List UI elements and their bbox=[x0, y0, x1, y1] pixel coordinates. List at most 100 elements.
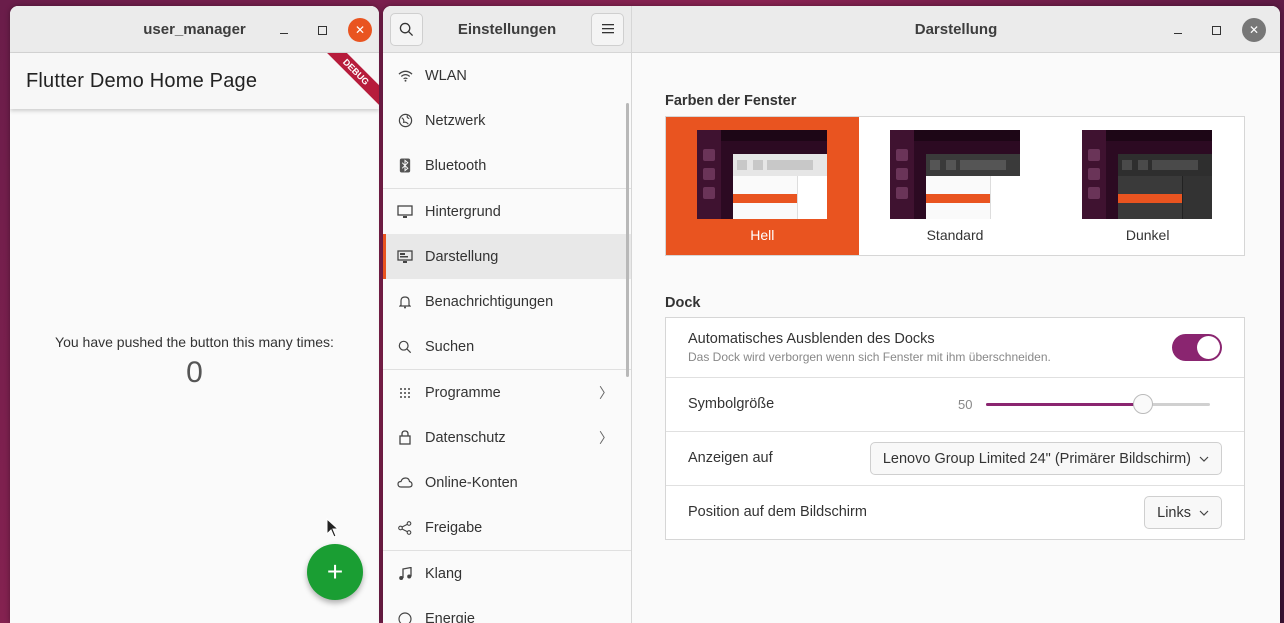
dock-settings-list: Automatisches Ausblenden des Docks Das D… bbox=[665, 317, 1245, 540]
flutter-window: user_manager ✕ Flutter Demo Home Page DE… bbox=[10, 6, 379, 623]
dock-show-on-row: Anzeigen auf Lenovo Group Limited 24" (P… bbox=[666, 432, 1244, 486]
position-label: Position auf dem Bildschirm bbox=[688, 504, 867, 520]
debug-banner: DEBUG bbox=[319, 53, 379, 109]
sidebar-item-suchen[interactable]: Suchen bbox=[383, 324, 631, 369]
flutter-titlebar: user_manager ✕ bbox=[10, 6, 379, 53]
sidebar-item-label: Netzwerk bbox=[425, 112, 486, 129]
chevron-down-icon bbox=[1199, 456, 1209, 462]
icon-size-label: Symbolgröße bbox=[688, 396, 775, 412]
sidebar-item-online-konten[interactable]: Online-Konten bbox=[383, 460, 631, 505]
position-value: Links bbox=[1157, 504, 1191, 521]
settings-headerbar: Einstellungen Darstellung ✕ bbox=[383, 6, 1280, 53]
sidebar-item-label: Datenschutz bbox=[425, 429, 506, 446]
window-colors-heading: Farben der Fenster bbox=[665, 93, 797, 109]
counter-description: You have pushed the button this many tim… bbox=[55, 334, 334, 350]
sidebar-item-label: Benachrichtigungen bbox=[425, 293, 554, 310]
theme-label: Hell bbox=[750, 227, 775, 243]
dock-icon-size-row: Symbolgröße 50 bbox=[666, 378, 1244, 432]
appearance-panel: Farben der Fenster Hell Standard Dunkel … bbox=[632, 53, 1280, 623]
increment-button[interactable]: + bbox=[307, 544, 363, 600]
sidebar-item-label: WLAN bbox=[425, 67, 467, 84]
autohide-label: Automatisches Ausblenden des Docks bbox=[688, 331, 935, 347]
minimize-button[interactable] bbox=[272, 18, 296, 42]
sidebar-item-label: Online-Konten bbox=[425, 474, 518, 491]
search-icon bbox=[399, 22, 414, 36]
wifi-icon bbox=[397, 68, 413, 84]
theme-option-hell[interactable]: Hell bbox=[666, 117, 859, 255]
maximize-button[interactable] bbox=[1204, 18, 1228, 42]
sidebar-title: Einstellungen bbox=[457, 20, 557, 38]
sidebar-item-label: Energie bbox=[425, 610, 475, 623]
sidebar-item-energie[interactable]: Energie bbox=[383, 596, 631, 623]
sidebar-item-label: Klang bbox=[425, 565, 463, 582]
sidebar-item-klang[interactable]: Klang bbox=[383, 551, 631, 596]
theme-preview-standard bbox=[889, 130, 1020, 219]
show-on-label: Anzeigen auf bbox=[688, 450, 773, 466]
sidebar-item-netzwerk[interactable]: Netzwerk bbox=[383, 98, 631, 143]
sidebar-item-label: Programme bbox=[425, 384, 501, 401]
sidebar-item-datenschutz[interactable]: Datenschutz 〉 bbox=[383, 415, 631, 460]
sidebar-item-label: Hintergrund bbox=[425, 203, 501, 220]
theme-selector: Hell Standard Dunkel bbox=[665, 116, 1245, 256]
minimize-icon bbox=[280, 32, 288, 34]
dock-position-row: Position auf dem Bildschirm Links bbox=[666, 486, 1244, 540]
lock-icon bbox=[397, 430, 413, 446]
show-on-dropdown[interactable]: Lenovo Group Limited 24" (Primärer Bilds… bbox=[869, 442, 1222, 475]
bluetooth-icon bbox=[397, 158, 413, 174]
icon-size-slider-handle[interactable] bbox=[1133, 394, 1153, 414]
sidebar-item-label: Freigabe bbox=[425, 519, 483, 536]
share-icon bbox=[397, 520, 413, 536]
appearance-icon bbox=[397, 249, 413, 265]
settings-sidebar: WLAN Netzwerk Bluetooth Hintergrund Dars… bbox=[383, 53, 632, 623]
hamburger-icon bbox=[601, 24, 614, 34]
sidebar-item-benachrichtigungen[interactable]: Benachrichtigungen bbox=[383, 279, 631, 324]
theme-preview-dark bbox=[1082, 130, 1213, 219]
sidebar-item-freigabe[interactable]: Freigabe bbox=[383, 505, 631, 550]
theme-option-dunkel[interactable]: Dunkel bbox=[1051, 117, 1244, 255]
theme-option-standard[interactable]: Standard bbox=[859, 117, 1052, 255]
sidebar-item-hintergrund[interactable]: Hintergrund bbox=[383, 189, 631, 234]
close-icon: ✕ bbox=[354, 23, 366, 37]
monitor-icon bbox=[397, 204, 413, 220]
main-menu-button[interactable] bbox=[591, 12, 624, 46]
minimize-button[interactable] bbox=[1166, 18, 1190, 42]
icon-size-value: 50 bbox=[958, 397, 973, 412]
position-dropdown[interactable]: Links bbox=[1144, 496, 1222, 529]
sidebar-item-label: Bluetooth bbox=[425, 157, 487, 174]
dock-heading: Dock bbox=[665, 295, 701, 311]
power-icon bbox=[397, 611, 413, 623]
autohide-description: Das Dock wird verborgen wenn sich Fenste… bbox=[688, 350, 1051, 364]
appbar-title: Flutter Demo Home Page bbox=[26, 69, 258, 92]
sidebar-item-darstellung[interactable]: Darstellung bbox=[383, 234, 631, 279]
theme-label: Dunkel bbox=[1125, 227, 1170, 243]
search-button[interactable] bbox=[390, 12, 423, 46]
close-button[interactable]: ✕ bbox=[1242, 18, 1266, 42]
counter-value: 0 bbox=[186, 356, 203, 389]
plus-icon: + bbox=[326, 556, 344, 587]
sidebar-item-label: Suchen bbox=[425, 338, 475, 355]
icon-size-slider-fill bbox=[986, 403, 1143, 406]
sidebar-item-programme[interactable]: Programme 〉 bbox=[383, 370, 631, 415]
maximize-button[interactable] bbox=[310, 18, 334, 42]
autohide-toggle[interactable] bbox=[1172, 334, 1222, 361]
sidebar-item-wlan[interactable]: WLAN bbox=[383, 53, 631, 98]
window-title: user_manager bbox=[143, 20, 246, 38]
grid-icon bbox=[397, 385, 413, 401]
sidebar-item-bluetooth[interactable]: Bluetooth bbox=[383, 143, 631, 188]
search-icon bbox=[397, 339, 413, 355]
maximize-icon bbox=[1211, 25, 1221, 35]
bell-icon bbox=[397, 294, 413, 310]
mouse-cursor-icon bbox=[326, 518, 340, 538]
chevron-down-icon bbox=[1199, 510, 1209, 516]
maximize-icon bbox=[317, 25, 327, 35]
close-button[interactable]: ✕ bbox=[348, 18, 372, 42]
show-on-value: Lenovo Group Limited 24" (Primärer Bilds… bbox=[882, 450, 1191, 467]
close-icon: ✕ bbox=[1248, 23, 1260, 37]
settings-window: Einstellungen Darstellung ✕ WLAN Netzwer… bbox=[383, 6, 1280, 623]
globe-icon bbox=[397, 113, 413, 129]
music-icon bbox=[397, 566, 413, 582]
theme-label: Standard bbox=[926, 227, 984, 243]
sidebar-scrollbar[interactable] bbox=[626, 103, 629, 377]
page-title: Darstellung bbox=[914, 20, 998, 38]
dock-autohide-row[interactable]: Automatisches Ausblenden des Docks Das D… bbox=[666, 318, 1244, 378]
